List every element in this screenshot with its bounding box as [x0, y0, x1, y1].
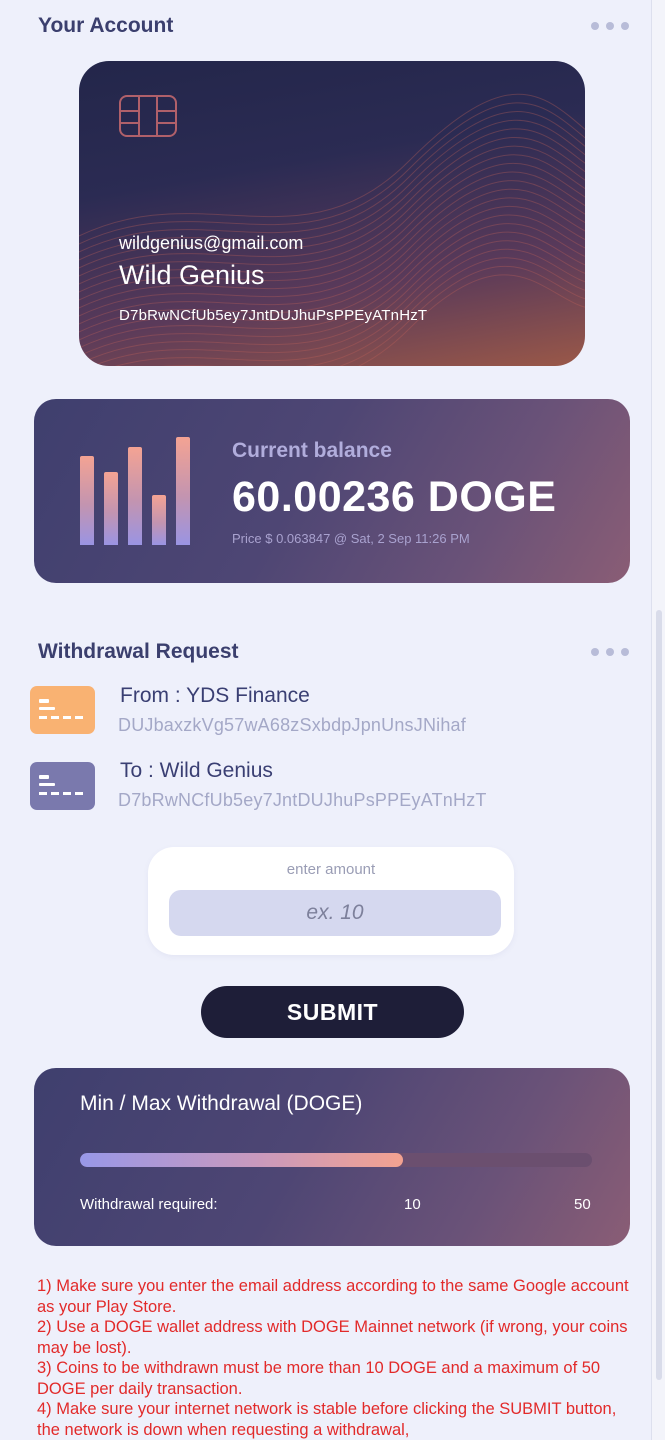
withdrawal-section-title: Withdrawal Request: [38, 640, 239, 663]
limits-title: Min / Max Withdrawal (DOGE): [80, 1092, 363, 1115]
account-more-icon[interactable]: [591, 22, 629, 30]
limits-min-value: 10: [404, 1196, 421, 1213]
card-wallet-address: D7bRwNCfUb5ey7JntDUJhuPsPPEyATnHzT: [119, 307, 428, 324]
from-wallet-card-icon: [30, 686, 95, 734]
account-header: Your Account: [38, 14, 629, 38]
from-title: From : YDS Finance: [120, 684, 310, 707]
balance-bar: [176, 437, 190, 545]
to-wallet-card-icon: [30, 762, 95, 810]
amount-box: enter amount: [148, 847, 514, 955]
balance-bar: [80, 456, 94, 545]
limits-max-value: 50: [574, 1196, 591, 1213]
note-item: 4) Make sure your internet network is st…: [37, 1400, 617, 1439]
balance-bar-chart-icon: [80, 437, 190, 545]
account-card: wildgenius@gmail.com Wild Genius D7bRwNC…: [79, 61, 585, 366]
balance-value: 60.00236 DOGE: [232, 473, 557, 521]
card-holder-name: Wild Genius: [119, 260, 265, 290]
withdrawal-notes: 1) Make sure you enter the email address…: [37, 1276, 637, 1440]
scrollbar[interactable]: [651, 0, 665, 1440]
from-address: DUJbaxzkVg57wA68zSxbdpJpnUnsJNihaf: [118, 715, 466, 735]
note-item: 2) Use a DOGE wallet address with DOGE M…: [37, 1318, 628, 1357]
amount-label: enter amount: [286, 861, 376, 878]
withdrawal-required-label: Withdrawal required:: [80, 1196, 218, 1213]
card-email: wildgenius@gmail.com: [119, 233, 304, 253]
withdrawal-more-icon[interactable]: [591, 648, 629, 656]
to-title: To : Wild Genius: [120, 759, 273, 782]
scrollbar-thumb[interactable]: [656, 610, 662, 1380]
limits-progress-fill: [80, 1153, 403, 1167]
note-item: 3) Coins to be withdrawn must be more th…: [37, 1359, 601, 1398]
balance-bar: [152, 495, 166, 545]
withdrawal-header: Withdrawal Request: [38, 640, 629, 664]
submit-button[interactable]: SUBMIT: [201, 986, 464, 1038]
account-section-title: Your Account: [38, 14, 174, 37]
limits-card: Min / Max Withdrawal (DOGE) Withdrawal r…: [34, 1068, 630, 1246]
amount-input[interactable]: [169, 890, 501, 936]
balance-label: Current balance: [232, 439, 392, 462]
note-item: 1) Make sure you enter the email address…: [37, 1277, 629, 1316]
to-address: D7bRwNCfUb5ey7JntDUJhuPsPPEyATnHzT: [118, 790, 487, 810]
balance-card: Current balance 60.00236 DOGE Price $ 0.…: [34, 399, 630, 583]
balance-bar: [104, 472, 118, 545]
balance-price: Price $ 0.063847 @ Sat, 2 Sep 11:26 PM: [232, 531, 470, 546]
card-chip-icon: [119, 95, 177, 137]
limits-progress-bar: [80, 1153, 592, 1167]
balance-bar: [128, 447, 142, 545]
